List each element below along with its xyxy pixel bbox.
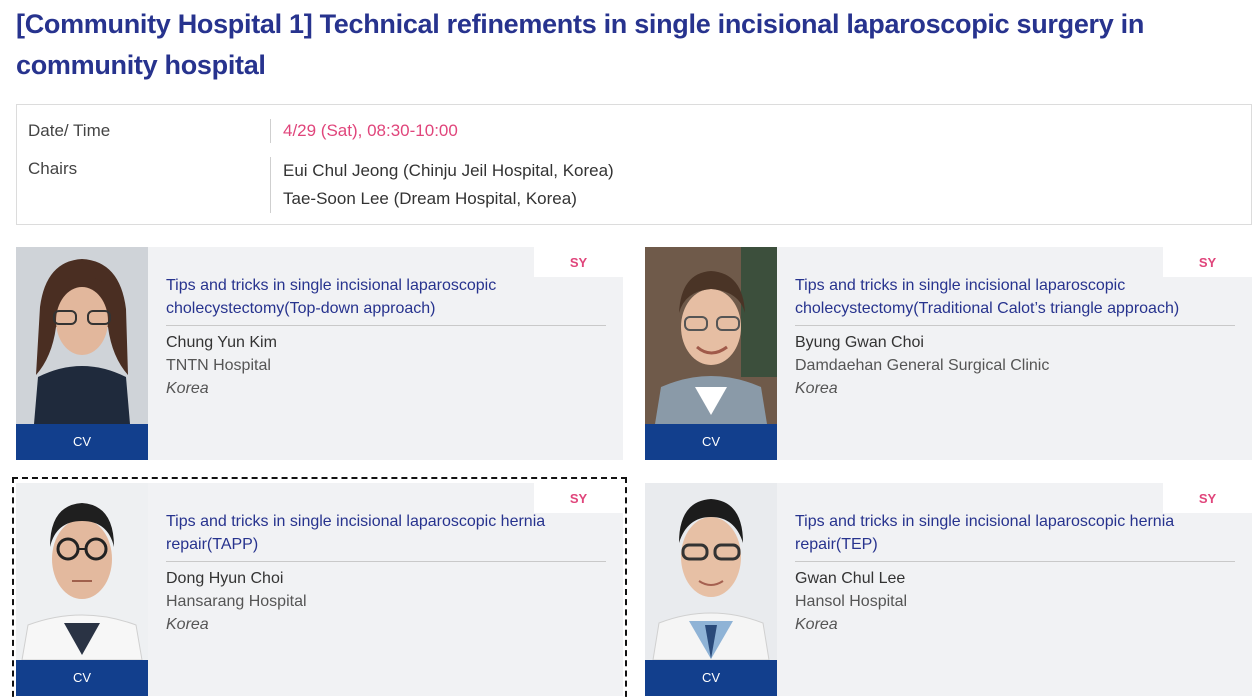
talk-card: CV SY Tips and tricks in single incision… [16,247,623,460]
speaker-affiliation: Hansarang Hospital [166,593,307,610]
cv-button[interactable]: CV [16,660,148,696]
chair-name: Eui Chul Jeong (Chinju Jeil Hospital, Ko… [283,161,614,180]
speaker-name: Byung Gwan Choi [795,334,924,351]
divider [166,325,606,326]
session-title: [Community Hospital 1] Technical refinem… [16,9,1145,80]
divider [795,325,1235,326]
divider [795,561,1235,562]
talk-card: CV SY Tips and tricks in single incision… [645,483,1252,696]
session-type-badge: SY [534,483,623,513]
cv-button[interactable]: CV [16,424,148,460]
speaker-photo [645,247,777,424]
talk-title-link[interactable]: Tips and tricks in single incisional lap… [795,274,1235,320]
speaker-name: Dong Hyun Choi [166,570,284,587]
chair-name: Tae-Soon Lee (Dream Hospital, Korea) [283,189,577,208]
speaker-affiliation: TNTN Hospital [166,357,271,374]
divider [166,561,606,562]
date-label: Date/ Time [28,121,111,140]
session-type-badge: SY [1163,483,1252,513]
speaker-affiliation: Hansol Hospital [795,593,908,610]
divider [270,119,271,143]
date-value: 4/29 (Sat), 08:30-10:00 [283,121,458,140]
speaker-country: Korea [166,616,209,633]
talk-card: CV SY Tips and tricks in single incision… [645,247,1252,460]
talk-card: CV SY Tips and tricks in single incision… [16,483,623,696]
speaker-name: Gwan Chul Lee [795,570,906,587]
date-row: Date/ Time 4/29 (Sat), 08:30-10:00 [17,117,1251,145]
chairs-list: Eui Chul Jeong (Chinju Jeil Hospital, Ko… [283,157,614,213]
session-info-table: Date/ Time 4/29 (Sat), 08:30-10:00 Chair… [16,104,1252,225]
session-type-badge: SY [534,247,623,277]
divider [270,157,271,213]
talk-title-link[interactable]: Tips and tricks in single incisional lap… [166,274,606,320]
talk-title-link[interactable]: Tips and tricks in single incisional lap… [166,510,606,556]
speaker-country: Korea [795,380,838,397]
chairs-label: Chairs [28,159,78,178]
speaker-photo [16,483,148,660]
speaker-country: Korea [166,380,209,397]
speaker-name: Chung Yun Kim [166,334,277,351]
cv-button[interactable]: CV [645,660,777,696]
talk-title-link[interactable]: Tips and tricks in single incisional lap… [795,510,1235,556]
speaker-photo [645,483,777,660]
speaker-photo [16,247,148,424]
cv-button[interactable]: CV [645,424,777,460]
speaker-affiliation: Damdaehan General Surgical Clinic [795,357,1050,374]
chairs-row: Chairs Eui Chul Jeong (Chinju Jeil Hospi… [17,157,1251,217]
session-type-badge: SY [1163,247,1252,277]
speaker-country: Korea [795,616,838,633]
